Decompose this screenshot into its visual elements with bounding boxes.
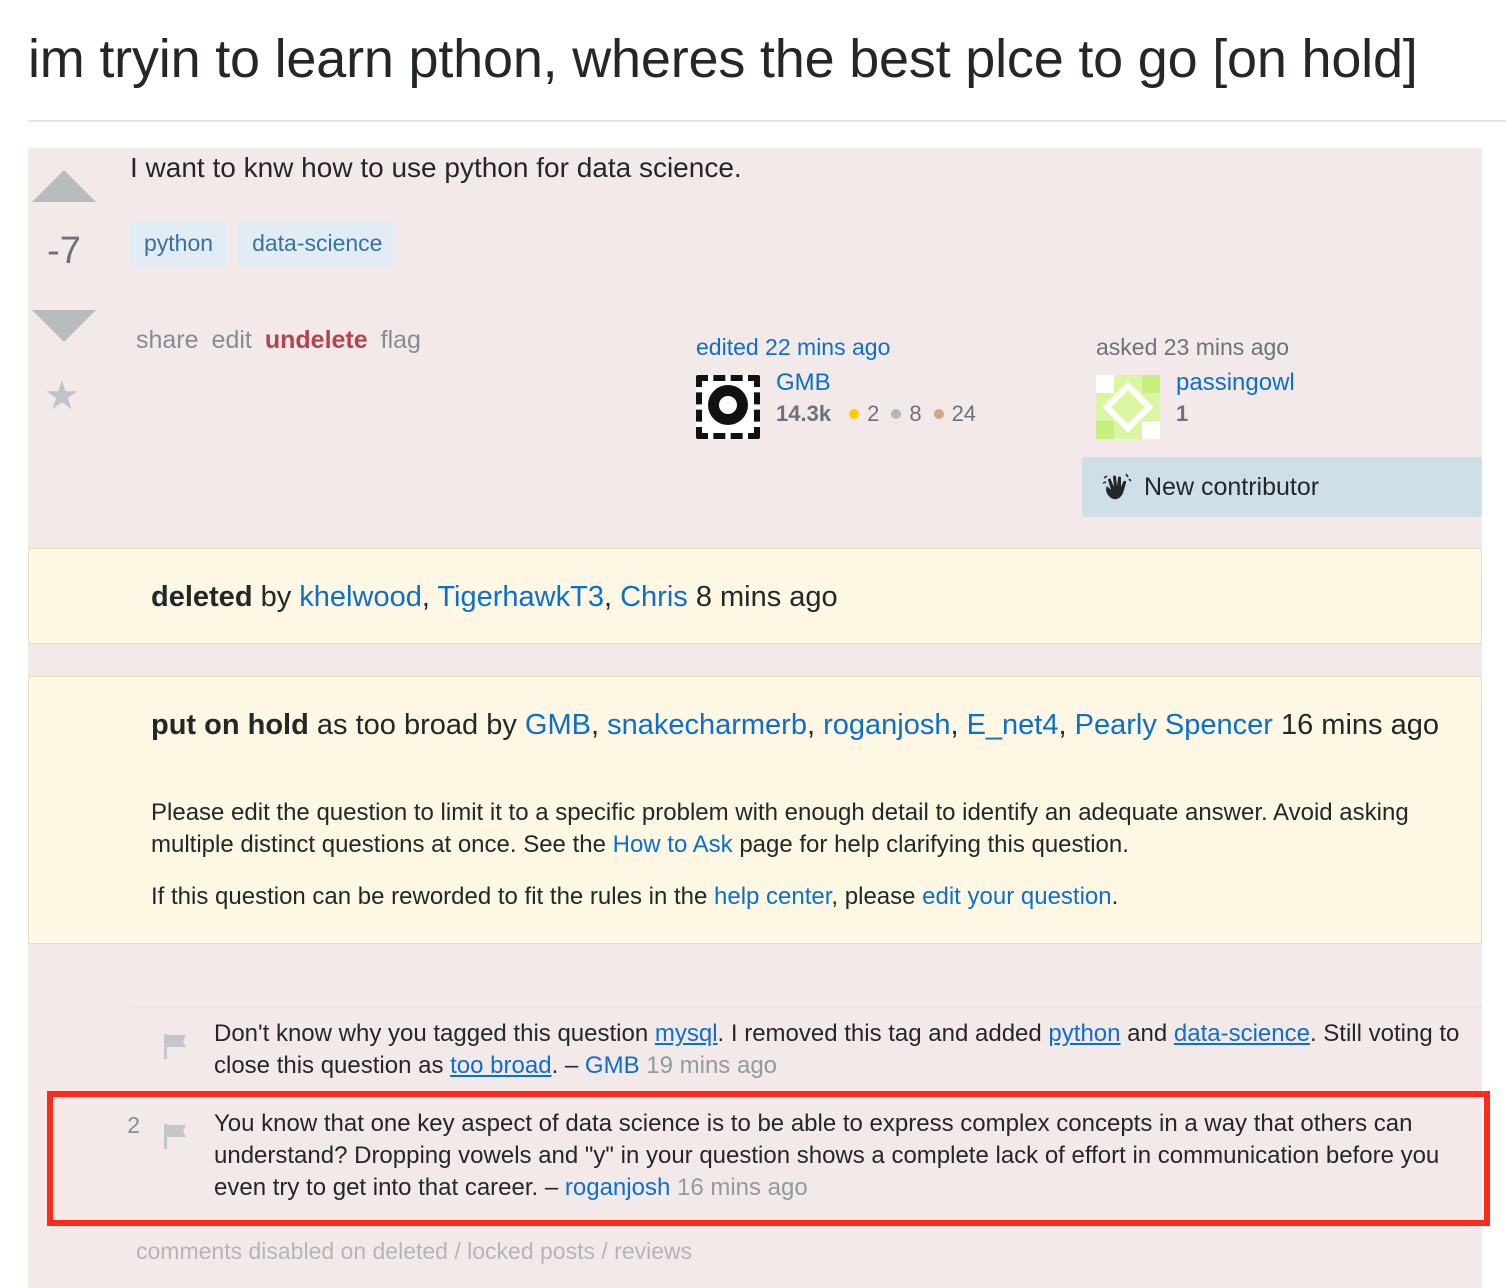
comments-disabled-note: comments disabled on deleted / locked po…: [136, 1238, 693, 1264]
downvote-arrow-icon[interactable]: [32, 310, 96, 342]
editor-card: edited 22 mins ago GMB 14.3k 2 8 24: [696, 334, 976, 439]
gear-icon: [708, 385, 748, 425]
comment-user-link[interactable]: GMB: [585, 1052, 640, 1079]
tag-data-science[interactable]: data-science: [238, 221, 397, 267]
reword-text: .: [1111, 883, 1119, 910]
silver-badge-icon: [891, 409, 902, 419]
question-body: I want to knw how to use python for data…: [130, 152, 742, 183]
vote-count: -7: [47, 230, 81, 272]
edit-link[interactable]: edit: [212, 326, 252, 355]
asker-card: asked 23 mins ago passingowl 1: [1096, 334, 1295, 439]
reputation-score: 14.3k: [776, 401, 832, 426]
reword-text: If this question can be reworded to fit …: [151, 883, 708, 910]
tag-list: python data-science: [130, 221, 397, 267]
notice-text: by: [260, 581, 292, 613]
waving-hand-icon: [1102, 473, 1132, 500]
comment-text: and: [1127, 1020, 1168, 1047]
reputation-score: 1: [1176, 401, 1189, 426]
too-broad-link[interactable]: too broad: [450, 1052, 551, 1079]
favorite-star-icon[interactable]: ★: [44, 376, 80, 416]
deleted-time: 8 mins ago: [695, 581, 838, 613]
user-link-khelwood[interactable]: khelwood: [299, 581, 422, 613]
user-link-roganjosh[interactable]: roganjosh: [823, 709, 950, 741]
avatar[interactable]: [1096, 375, 1160, 439]
how-to-ask-link[interactable]: How to Ask: [613, 831, 733, 858]
user-link-pearly-spencer[interactable]: Pearly Spencer: [1075, 709, 1273, 741]
comment-text: Don't know why you tagged this question: [214, 1020, 649, 1047]
undelete-link[interactable]: undelete: [265, 326, 368, 355]
deleted-notice: deleted by khelwood, TigerhawkT3, Chris …: [28, 548, 1482, 644]
silver-badge-count: 8: [909, 401, 922, 426]
flag-icon[interactable]: [162, 1032, 188, 1060]
asker-name-link[interactable]: passingowl: [1176, 369, 1295, 397]
post-menu: share edit undelete flag: [136, 326, 421, 355]
hold-time: 16 mins: [1280, 709, 1383, 741]
question-post: -7 ★ I want to knw how to use python for…: [28, 148, 1482, 1288]
comment-user-link[interactable]: roganjosh: [565, 1174, 670, 1201]
comment-text: You know that one key aspect of data sci…: [214, 1110, 1440, 1201]
notice-text: as too broad by: [316, 709, 517, 741]
hold-time-suffix: ago: [1390, 709, 1439, 741]
gold-badge-icon: [849, 409, 860, 419]
flag-icon[interactable]: [162, 1122, 188, 1150]
editor-name-link[interactable]: GMB: [776, 369, 976, 397]
help-center-link[interactable]: help center: [714, 883, 831, 910]
avatar[interactable]: [696, 375, 760, 439]
question-title: im tryin to learn pthon, wheres the best…: [28, 29, 1418, 89]
new-contributor-label: New contributor: [1144, 472, 1320, 501]
comment-date: 16 mins ago: [676, 1174, 808, 1201]
title-divider: [28, 120, 1506, 122]
flag-link[interactable]: flag: [381, 326, 421, 355]
asked-time: asked 23 mins ago: [1096, 334, 1290, 360]
comment-list: Don't know why you tagged this question …: [127, 1006, 1482, 1201]
bronze-badge-icon: [933, 409, 944, 419]
tag-link-data-science[interactable]: data-science: [1174, 1020, 1310, 1047]
new-contributor-banner[interactable]: New contributor: [1082, 457, 1482, 517]
comment-text: . I removed this tag and added: [717, 1020, 1042, 1047]
comment-score: 2: [127, 1112, 140, 1138]
deleted-label: deleted: [151, 581, 253, 613]
share-link[interactable]: share: [136, 326, 199, 355]
gold-badge-count: 2: [867, 401, 880, 426]
comment-body: Don't know why you tagged this question …: [214, 1018, 1472, 1082]
upvote-arrow-icon[interactable]: [32, 170, 96, 202]
on-hold-notice: put on hold as too broad by GMB, snakech…: [28, 676, 1482, 944]
tag-link-python[interactable]: python: [1048, 1020, 1120, 1047]
comment-body: You know that one key aspect of data sci…: [214, 1108, 1472, 1204]
comment-text: . –: [551, 1052, 579, 1079]
hold-explanation-end: page for help clarifying this question.: [739, 831, 1129, 858]
tag-python[interactable]: python: [130, 221, 228, 267]
bronze-badge-count: 24: [951, 401, 977, 426]
user-link-tigerhawkt3[interactable]: TigerhawkT3: [437, 581, 604, 613]
user-link-e-net4[interactable]: E_net4: [967, 709, 1059, 741]
tag-link-mysql[interactable]: mysql: [655, 1020, 718, 1047]
edit-your-question-link[interactable]: edit your question: [922, 883, 1111, 910]
user-link-snakecharmerb[interactable]: snakecharmerb: [607, 709, 807, 741]
comment-date: 19 mins ago: [646, 1052, 778, 1079]
user-link-chris[interactable]: Chris: [620, 581, 688, 613]
reword-text: , please: [831, 883, 916, 910]
user-link-gmb[interactable]: GMB: [525, 709, 591, 741]
on-hold-label: put on hold: [151, 709, 309, 741]
edited-time-link[interactable]: edited 22 mins ago: [696, 334, 890, 360]
